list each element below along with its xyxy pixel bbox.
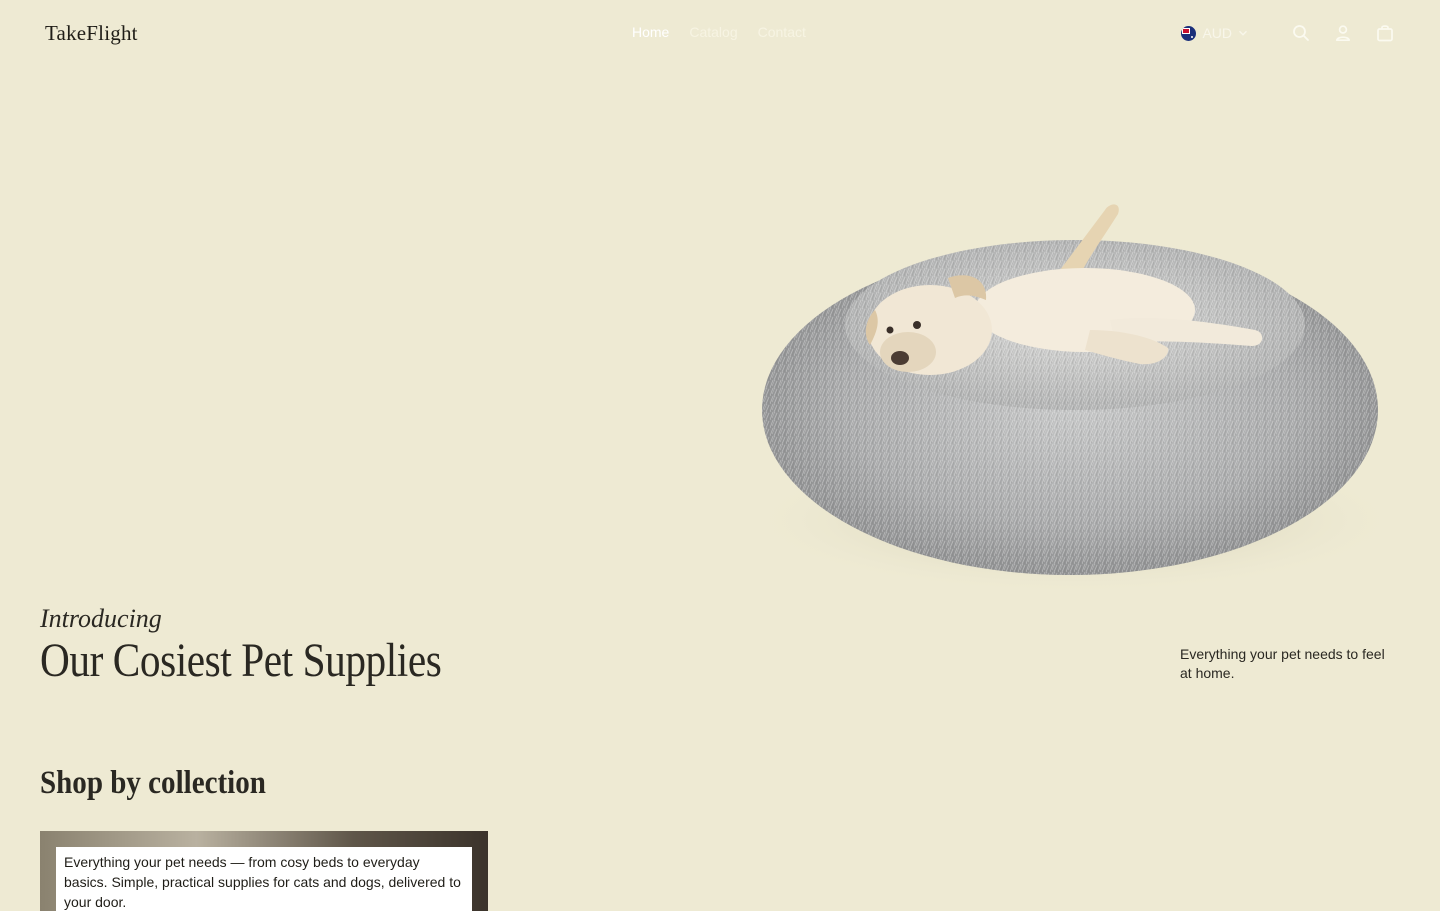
header-utilities: AUD: [1181, 22, 1396, 44]
hero-kicker: Introducing: [40, 604, 162, 633]
chevron-down-icon: [1239, 30, 1247, 36]
account-button[interactable]: [1332, 22, 1354, 44]
search-button[interactable]: [1290, 22, 1312, 44]
main-nav: Home Catalog Contact: [632, 24, 806, 40]
collection-card[interactable]: Everything your pet needs — from cosy be…: [40, 831, 488, 911]
hero-copy: Everything your pet needs to feel at hom…: [1180, 646, 1385, 681]
hero-title: Our Cosiest Pet Supplies: [40, 634, 442, 687]
nav-contact[interactable]: Contact: [758, 24, 806, 40]
nav-catalog[interactable]: Catalog: [689, 24, 737, 40]
site-header: TakeFlight Home Catalog Contact AUD: [0, 0, 1440, 68]
collection-section-title: Shop by collection: [40, 765, 266, 801]
cart-icon: [1377, 25, 1393, 42]
dog-bed-illustration: [745, 204, 1405, 595]
search-icon: [1293, 25, 1309, 41]
au-flag-icon: [1181, 25, 1197, 41]
cart-button[interactable]: [1374, 22, 1396, 44]
currency-label: AUD: [1202, 25, 1232, 41]
nav-home[interactable]: Home: [632, 24, 669, 40]
account-icon: [1335, 25, 1351, 42]
currency-selector[interactable]: AUD: [1181, 25, 1248, 41]
collection-card-caption: Everything your pet needs — from cosy be…: [56, 847, 472, 911]
store-logo[interactable]: TakeFlight: [45, 21, 138, 46]
hero-product-image: [730, 180, 1410, 610]
